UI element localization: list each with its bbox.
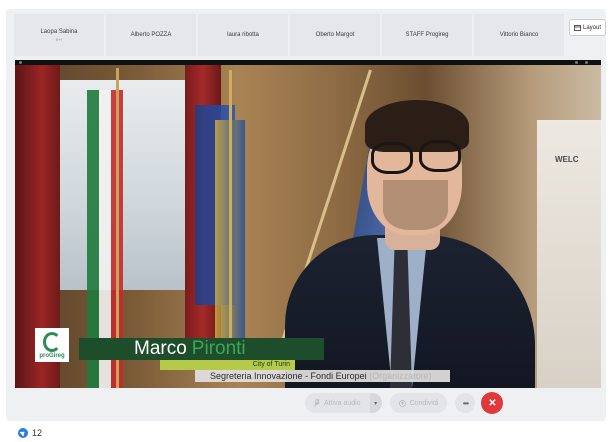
participant-tile[interactable]: Vittorio Bianco bbox=[474, 14, 564, 56]
mic-icon bbox=[314, 399, 320, 407]
call-controls: Attiva audio ▾ Condividi ••• ✕ bbox=[305, 391, 504, 415]
participant-tile[interactable]: STAFF Progireg bbox=[382, 14, 472, 56]
logo-text: proGireg bbox=[39, 352, 65, 359]
speaker-role: Segreteria Innovazione - Fondi Europei (… bbox=[195, 370, 450, 382]
leave-call-button[interactable]: ✕ bbox=[481, 392, 504, 414]
participant-name: Vittorio Bianco bbox=[499, 32, 539, 38]
close-icon: ✕ bbox=[488, 397, 497, 409]
layout-icon bbox=[574, 24, 581, 31]
organizer-tag: (Organizzatore) bbox=[369, 371, 432, 381]
participant-tile[interactable]: Oberto Margot bbox=[290, 14, 380, 56]
speaker-name-band: Marco Pironti bbox=[79, 338, 324, 360]
layout-button[interactable]: Layout bbox=[569, 19, 606, 36]
participant-tile[interactable]: laura ribotta bbox=[198, 14, 288, 56]
audio-options-button[interactable]: ▾ bbox=[369, 393, 382, 413]
cursor-icon bbox=[18, 428, 28, 438]
glasses-icon bbox=[371, 142, 413, 174]
unmute-audio-button[interactable]: Attiva audio bbox=[305, 393, 370, 413]
share-icon bbox=[398, 399, 406, 407]
chevron-down-icon: ▾ bbox=[374, 400, 378, 407]
more-icon: ••• bbox=[462, 398, 469, 408]
speaker-last-name: Pironti bbox=[191, 338, 246, 359]
glasses-icon bbox=[419, 140, 461, 172]
participant-count-badge[interactable]: 12 bbox=[18, 428, 42, 438]
participant-subtitle: fi+f bbox=[56, 36, 62, 42]
participant-name: Oberto Margot bbox=[315, 32, 355, 38]
progireg-logo: proGireg bbox=[35, 328, 69, 362]
participant-tile[interactable]: Alberto POZZA bbox=[106, 14, 196, 56]
participant-name: Laopa Sabina bbox=[40, 28, 78, 35]
participant-name: STAFF Progireg bbox=[405, 32, 449, 38]
banner-text: WELC bbox=[555, 155, 579, 164]
participant-strip: Laopa Sabina fi+f Alberto POZZA laura ri… bbox=[14, 14, 564, 56]
more-options-button[interactable]: ••• bbox=[455, 393, 476, 413]
audio-label: Attiva audio bbox=[324, 399, 361, 407]
layout-label: Layout bbox=[582, 24, 601, 31]
speaker-role-text: Segreteria Innovazione - Fondi Europei bbox=[210, 371, 367, 381]
participant-name: Alberto POZZA bbox=[130, 32, 172, 38]
participant-count: 12 bbox=[32, 428, 43, 438]
speaker-beard bbox=[383, 180, 448, 230]
logo-mark-icon bbox=[43, 331, 61, 352]
share-label: Condividi bbox=[409, 399, 439, 407]
participant-name: laura ribotta bbox=[227, 32, 259, 38]
speaker-city: City of Turin bbox=[160, 360, 295, 370]
speaker-first-name: Marco bbox=[134, 338, 187, 359]
participant-tile[interactable]: Laopa Sabina fi+f bbox=[14, 14, 104, 56]
flag-pole bbox=[229, 70, 232, 380]
shared-video[interactable]: WELC proGireg Marco Pironti City of Turi… bbox=[15, 60, 601, 388]
share-button[interactable]: Condividi bbox=[389, 393, 448, 413]
